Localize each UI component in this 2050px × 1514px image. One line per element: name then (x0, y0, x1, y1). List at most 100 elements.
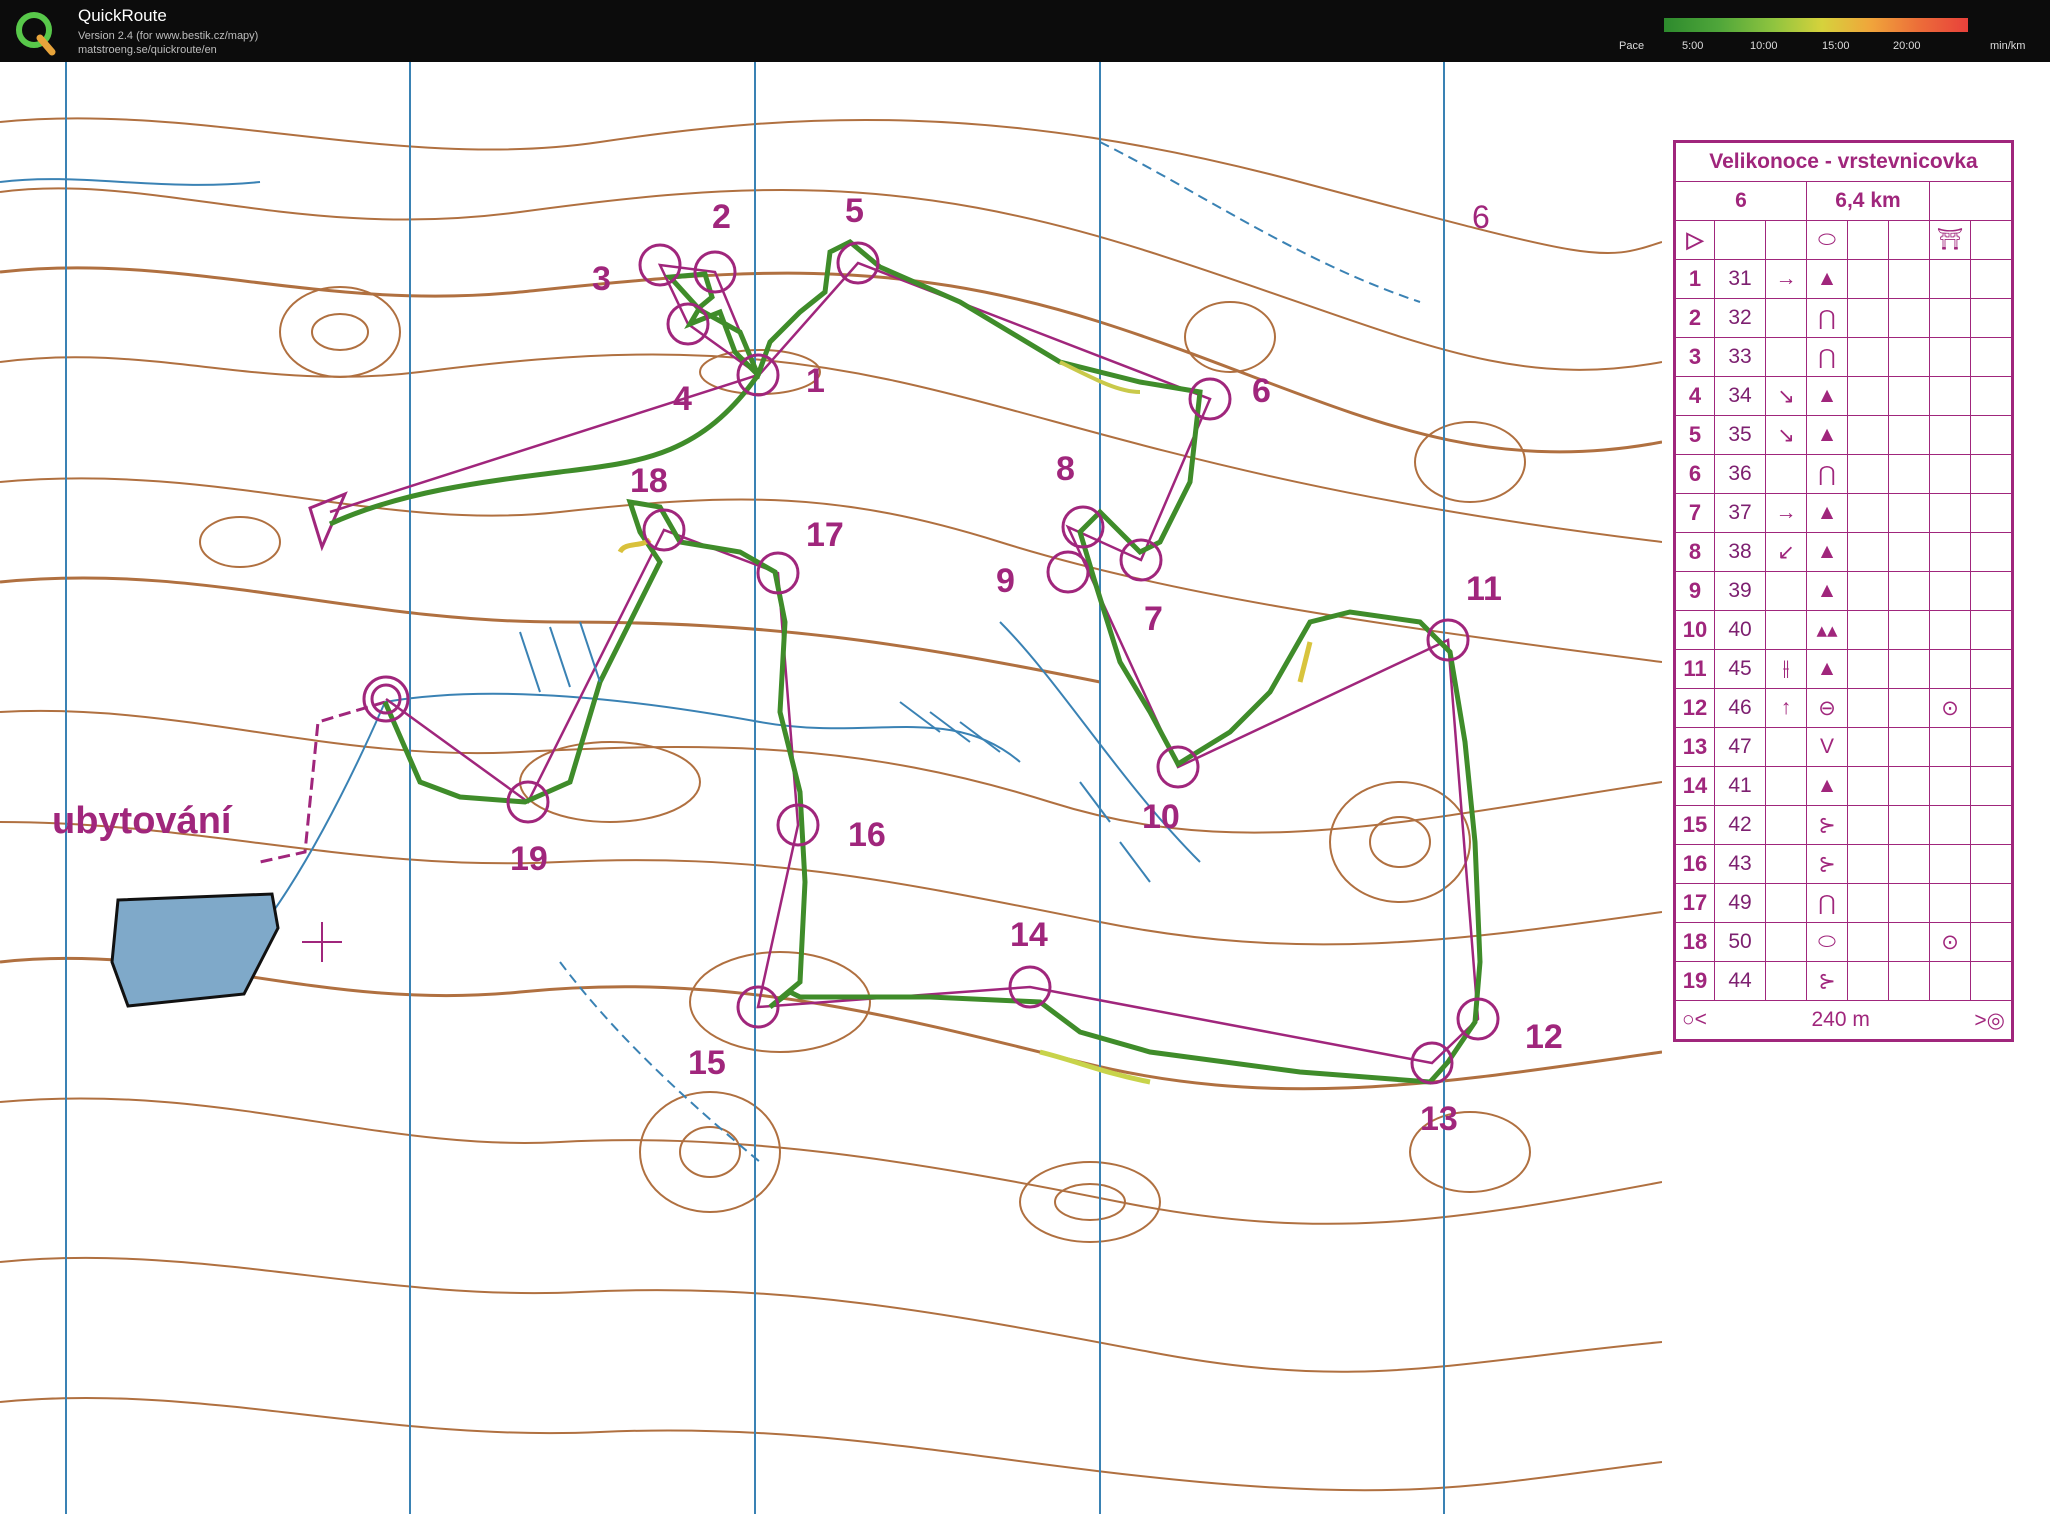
empty-cell (1970, 844, 2013, 884)
course-title: Velikonoce - vrstevnicovka (1674, 141, 2013, 182)
feature-icon: ▴▴ (1806, 610, 1848, 650)
control-number-cell: 14 (1674, 766, 1715, 806)
app-title: QuickRoute (78, 6, 167, 25)
feature-icon: ▲ (1806, 571, 1848, 611)
direction-icon (1765, 298, 1807, 338)
feature-icon: ⋂ (1806, 298, 1848, 338)
title-bar: QuickRoute Version 2.4 (for www.bestik.c… (0, 0, 2050, 62)
control-number: 2 (712, 198, 731, 236)
empty-cell (1847, 844, 1889, 884)
empty-cell (1970, 571, 2013, 611)
empty-cell (1847, 805, 1889, 845)
direction-icon (1765, 922, 1807, 962)
empty-cell (1888, 532, 1930, 572)
control-code-cell: 50 (1714, 922, 1766, 962)
feature-icon: ▲ (1806, 532, 1848, 572)
direction-icon (1765, 766, 1807, 806)
control-number-cell: 9 (1674, 571, 1715, 611)
finish-distance: 240 m (1811, 1007, 1870, 1031)
description-row: 17 49 ⋂ (1674, 883, 2013, 923)
control-number: 12 (1525, 1018, 1563, 1056)
location-icon (1929, 844, 1971, 884)
direction-icon (1765, 571, 1807, 611)
control-number: 10 (1142, 798, 1180, 836)
control-number-cell: 19 (1674, 961, 1715, 1001)
app-version: Version 2.4 (for www.bestik.cz/mapy) (78, 30, 259, 42)
margin-number: 6 (1472, 199, 1490, 235)
direction-icon (1765, 610, 1807, 650)
description-row: 6 36 ⋂ (1674, 454, 2013, 494)
direction-icon (1765, 337, 1807, 377)
feature-icon: ⊱ (1806, 805, 1848, 845)
control-code-cell: 39 (1714, 571, 1766, 611)
map-canvas[interactable]: 1 2 3 4 5 6 7 8 9 10 11 12 13 14 15 16 1… (0, 62, 1662, 1514)
direction-icon (1765, 727, 1807, 767)
description-row: 16 43 ⊱ (1674, 844, 2013, 884)
control-number: 15 (688, 1044, 726, 1082)
location-icon (1929, 961, 1971, 1001)
course-length: 6,4 km (1806, 181, 1930, 221)
empty-cell (1847, 649, 1889, 689)
location-icon (1929, 259, 1971, 299)
empty-cell (1847, 688, 1889, 728)
location-icon (1929, 649, 1971, 689)
pace-color-scale (1664, 18, 1968, 32)
direction-icon: ↘ (1765, 415, 1807, 455)
control-number: 16 (848, 816, 886, 854)
control-code-cell: 36 (1714, 454, 1766, 494)
pace-tick: 20:00 (1893, 40, 1921, 52)
feature-icon: ⊱ (1806, 961, 1848, 1001)
description-row: 5 35 ↘ ▲ (1674, 415, 2013, 455)
location-icon (1929, 883, 1971, 923)
direction-icon (1765, 961, 1807, 1001)
control-code-cell: 38 (1714, 532, 1766, 572)
control-description-sheet: Velikonoce - vrstevnicovka 6 6,4 km ▷ ⬭ … (1673, 140, 2014, 1042)
empty-cell (1847, 610, 1889, 650)
route-slow-segment (1297, 641, 1313, 683)
empty-cell (1888, 493, 1930, 533)
control-number: 17 (806, 516, 844, 554)
empty-cell (1970, 766, 2013, 806)
direction-icon (1765, 454, 1807, 494)
control-number: 9 (996, 562, 1015, 600)
control-number-cell: 17 (1674, 883, 1715, 923)
control-code-cell: 37 (1714, 493, 1766, 533)
empty-cell (1847, 337, 1889, 377)
empty-cell (1888, 922, 1930, 962)
feature-icon: ⋂ (1806, 337, 1848, 377)
description-row: 15 42 ⊱ (1674, 805, 2013, 845)
control-code-cell: 43 (1714, 844, 1766, 884)
empty-cell (1970, 493, 2013, 533)
empty-cell (1888, 805, 1930, 845)
control-number-cell: 10 (1674, 610, 1715, 650)
description-row: 1 31 → ▲ (1674, 259, 2013, 299)
empty-cell (1888, 571, 1930, 611)
finish-start-icon: ○< (1682, 1007, 1707, 1031)
direction-icon (1765, 883, 1807, 923)
direction-icon: → (1765, 493, 1807, 533)
north-lines (65, 62, 1445, 1514)
feature-icon: ▲ (1806, 376, 1848, 416)
direction-icon: ↘ (1765, 376, 1807, 416)
orienteering-map[interactable]: 1 2 3 4 5 6 7 8 9 10 11 12 13 14 15 16 1… (0, 62, 1662, 1514)
control-number: 6 (1252, 372, 1271, 410)
empty-cell (1888, 766, 1930, 806)
map-cross-icon (302, 922, 342, 962)
description-row: 11 45 ⫲ ▲ (1674, 649, 2013, 689)
direction-icon: → (1765, 259, 1807, 299)
empty-cell (1888, 415, 1930, 455)
control-number-cell: 13 (1674, 727, 1715, 767)
control-code-cell: 41 (1714, 766, 1766, 806)
description-table: Velikonoce - vrstevnicovka 6 6,4 km ▷ ⬭ … (1673, 140, 2014, 1042)
empty-cell (1888, 844, 1930, 884)
empty-cell (1970, 259, 2013, 299)
location-icon (1929, 454, 1971, 494)
control-number: 3 (592, 260, 611, 298)
empty-cell (1888, 883, 1930, 923)
feature-icon: ▲ (1806, 766, 1848, 806)
feature-icon: ⬭ (1806, 922, 1848, 962)
pace-legend: Pace 5:00 10:00 15:00 20:00 min/km (1600, 10, 2040, 54)
control-number: 1 (806, 362, 825, 400)
empty-cell (1970, 376, 2013, 416)
control-number-cell: 5 (1674, 415, 1715, 455)
